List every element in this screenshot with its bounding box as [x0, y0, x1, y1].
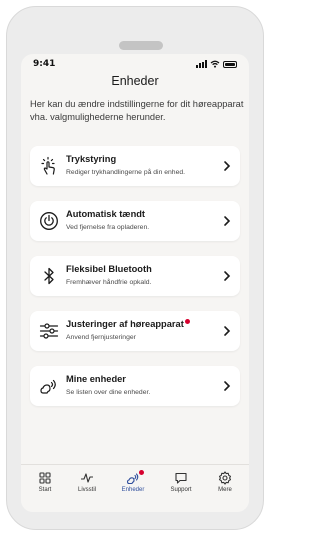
chevron-right-icon — [224, 271, 231, 281]
menu-item-tap-control[interactable]: Trykstyring Rediger trykhandlingerne på … — [30, 146, 240, 186]
menu-item-my-devices[interactable]: Mine enheder Se listen over dine enheder… — [30, 366, 240, 406]
notification-badge — [139, 470, 144, 475]
menu-item-flex-bluetooth[interactable]: Fleksibel Bluetooth Fremhæver håndfrie o… — [30, 256, 240, 296]
sliders-icon — [39, 321, 59, 341]
chevron-right-icon — [224, 381, 231, 391]
app-screen: 9:41 Enheder Her kan du ændre indstillin… — [21, 54, 249, 512]
nav-start[interactable]: Start — [27, 471, 63, 493]
page-title: Enheder — [111, 74, 159, 88]
nav-label: Support — [170, 487, 192, 493]
nav-label: Enheder — [121, 487, 145, 493]
notification-badge — [184, 319, 190, 324]
nav-label: Livsstil — [77, 487, 96, 493]
nav-lifestyle[interactable]: Livsstil — [69, 471, 105, 493]
menu-item-auto-on[interactable]: Automatisk tændt Ved fjernelse fra oplad… — [30, 201, 240, 241]
chevron-right-icon — [224, 161, 231, 171]
chevron-right-icon — [224, 326, 231, 336]
activity-icon — [81, 473, 93, 483]
bluetooth-icon — [39, 266, 59, 286]
menu-item-subtitle: Se listen over dine enheder. — [66, 389, 151, 396]
nav-more[interactable]: Mere — [207, 471, 243, 493]
menu-item-title: Justeringer af høreapparat — [66, 319, 190, 329]
menu-item-subtitle: Rediger trykhandlingerne på din enhed. — [66, 169, 186, 176]
intro-text: Her kan du ændre indstillingerne for dit… — [30, 99, 244, 122]
hearing-aid-icon — [126, 473, 139, 485]
tap-icon — [39, 156, 59, 176]
nav-label: Start — [38, 487, 52, 493]
menu-item-title-text: Justeringer af høreapparat — [66, 319, 184, 329]
battery-icon — [223, 60, 237, 68]
menu-item-subtitle: Ved fjernelse fra opladeren. — [66, 224, 150, 231]
status-bar: 9:41 — [21, 54, 249, 74]
bottom-nav: Start Livsstil Enheder Support Mere — [21, 464, 249, 512]
status-icons — [196, 60, 237, 68]
wifi-icon — [210, 60, 220, 68]
menu-item-title: Automatisk tændt — [66, 209, 146, 219]
nav-label: Mere — [218, 487, 232, 493]
menu-item-title: Mine enheder — [66, 374, 126, 384]
status-time: 9:41 — [33, 59, 56, 69]
settings-icon — [218, 471, 232, 485]
chevron-right-icon — [224, 216, 231, 226]
menu-item-title: Trykstyring — [66, 154, 117, 164]
nav-devices[interactable]: Enheder — [115, 470, 151, 493]
phone-speaker — [119, 41, 163, 50]
menu-item-title: Fleksibel Bluetooth — [66, 264, 152, 274]
signal-icon — [196, 60, 207, 68]
hearing-aid-icon — [39, 376, 59, 396]
chat-icon — [175, 472, 187, 484]
menu-item-hearing-aid-adjustments[interactable]: Justeringer af høreapparat Anvend fjernj… — [30, 311, 240, 351]
power-icon — [39, 211, 59, 231]
nav-support[interactable]: Support — [163, 471, 199, 493]
menu-item-subtitle: Fremhæver håndfrie opkald. — [66, 279, 152, 286]
menu-item-subtitle: Anvend fjernjusteringer — [66, 334, 136, 341]
grid-icon — [39, 472, 51, 484]
